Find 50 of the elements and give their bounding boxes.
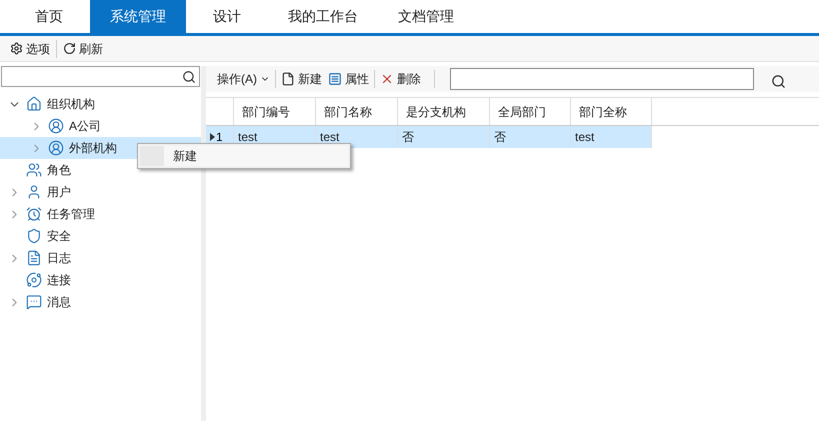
tab[interactable]: 文档管理 xyxy=(378,0,474,33)
shield-icon xyxy=(26,228,42,244)
search-field[interactable] xyxy=(450,68,754,90)
table-cell-text: test xyxy=(238,129,258,146)
house-icon xyxy=(26,96,42,112)
user-icon xyxy=(26,184,42,200)
tree-item[interactable]: 任务管理 xyxy=(0,203,201,225)
toolbar-button[interactable]: 属性 xyxy=(325,70,372,88)
document-icon xyxy=(26,250,42,266)
users-icon xyxy=(26,162,42,178)
refresh-icon xyxy=(63,42,76,55)
tree-item[interactable]: 组织机构 xyxy=(0,93,201,115)
column-header[interactable]: 部门全称 xyxy=(571,98,652,125)
user-circle-icon xyxy=(48,140,64,156)
tree-item[interactable]: 连接 xyxy=(0,269,201,291)
settings-icon xyxy=(10,42,23,55)
table-cell-text: test xyxy=(575,129,594,146)
tree-item[interactable]: 用户 xyxy=(0,181,201,203)
column-header[interactable]: 部门名称 xyxy=(316,98,398,125)
tab[interactable]: 首页 xyxy=(8,0,90,33)
properties-icon xyxy=(328,72,342,86)
table-cell-text: 否 xyxy=(494,129,506,146)
column-header[interactable]: 全局部门 xyxy=(490,98,571,125)
search-field[interactable] xyxy=(1,66,200,87)
tree-item[interactable]: 日志 xyxy=(0,247,201,269)
table-cell-text: test xyxy=(320,129,340,146)
row-number: 1 xyxy=(216,129,223,146)
search-icon[interactable] xyxy=(771,74,786,88)
column-header[interactable]: 部门编号 xyxy=(234,98,316,125)
search-icon xyxy=(182,70,196,84)
toolbar-button[interactable]: 删除 xyxy=(377,70,424,88)
table-row[interactable]: 1 test test 否 否 test xyxy=(206,126,652,148)
user-circle-icon xyxy=(48,118,64,134)
column-header[interactable]: 是分支机构 xyxy=(398,98,490,125)
tab[interactable]: 系统管理 xyxy=(90,0,186,33)
toolbar-button[interactable]: 新建 xyxy=(278,70,325,88)
toolbar-button[interactable]: 选项 xyxy=(6,40,54,58)
tree-item[interactable]: 安全 xyxy=(0,225,201,247)
alarm-clock-icon xyxy=(26,206,42,222)
toolbar-button[interactable]: 操作(A) xyxy=(214,70,273,88)
menu-item[interactable]: 新建 xyxy=(140,146,348,166)
new-document-icon xyxy=(281,72,295,86)
toolbar-button[interactable]: 刷新 xyxy=(59,40,107,58)
tab[interactable]: 我的工作台 xyxy=(268,0,378,33)
tab[interactable]: 设计 xyxy=(186,0,268,33)
tree-item[interactable]: A公司 xyxy=(0,115,201,137)
table-cell-text: 否 xyxy=(402,129,414,146)
message-icon xyxy=(26,294,42,310)
delete-icon xyxy=(380,72,394,86)
tree-item[interactable]: 消息 xyxy=(0,291,201,313)
